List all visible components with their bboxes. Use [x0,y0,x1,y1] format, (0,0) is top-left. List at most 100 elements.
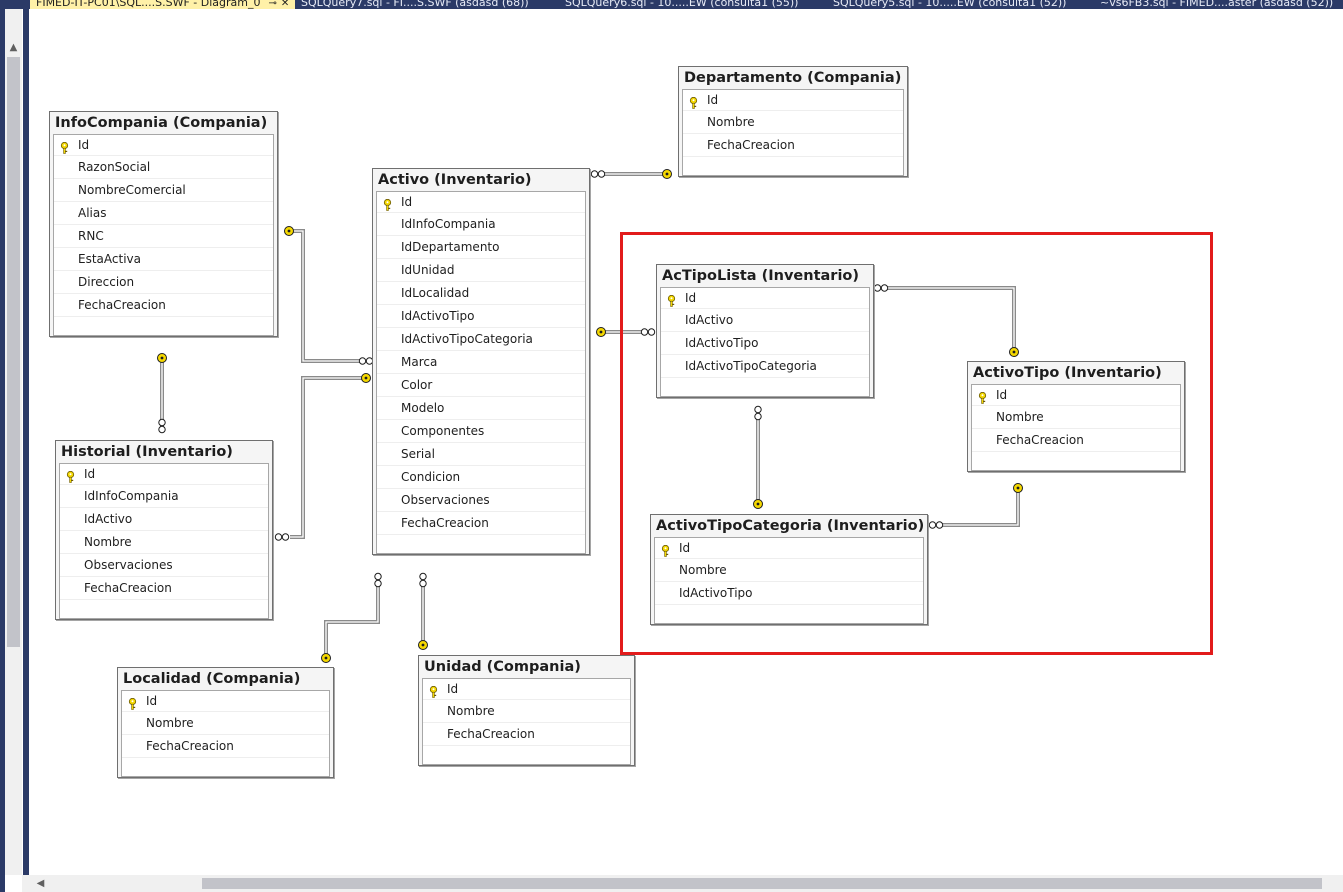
primary-key-column[interactable]: Id [60,464,268,485]
key-endpoint-icon [157,353,167,363]
table-actipolista[interactable]: AcTipoLista (Inventario) Id IdActivo IdActi… [656,264,874,398]
table-empty-row [122,758,329,776]
table-activotipocategoria[interactable]: ActivoTipoCategoria (Inventario) Id Nombre… [650,514,928,625]
primary-key-column[interactable]: Id [377,192,585,213]
table-departamento[interactable]: Departamento (Compania) Id Nombre FechaCrea… [678,66,908,177]
primary-key-column[interactable]: Id [972,385,1180,406]
column-row[interactable]: Direccion [54,271,273,294]
column-name: FechaCreacion [707,138,795,152]
column-name: FechaCreacion [996,433,1084,447]
key-endpoint-icon [321,653,331,663]
column-row[interactable]: IdInfoCompania [377,213,585,236]
column-row[interactable]: Observaciones [377,489,585,512]
primary-key-icon [978,390,987,404]
column-row[interactable]: IdActivoTipo [377,305,585,328]
primary-key-icon [667,293,676,307]
column-row[interactable]: Modelo [377,397,585,420]
key-endpoint-icon [361,373,371,383]
primary-key-column[interactable]: Id [54,135,273,156]
column-row[interactable]: FechaCreacion [122,735,329,758]
column-row[interactable]: Nombre [655,559,923,582]
primary-key-column[interactable]: Id [423,679,630,700]
column-row[interactable]: FechaCreacion [683,134,903,157]
column-row[interactable]: Nombre [423,700,630,723]
table-activo[interactable]: Activo (Inventario) Id IdInfoCompania IdDep… [372,168,590,555]
column-row[interactable]: IdInfoCompania [60,485,268,508]
column-row[interactable]: Alias [54,202,273,225]
table-title: ActivoTipoCategoria (Inventario) [656,518,925,534]
infinity-endpoint-icon [590,170,606,178]
table-infocompania[interactable]: InfoCompania (Compania) Id RazonSocial Nomb… [49,111,278,337]
primary-key-column[interactable]: Id [683,90,903,111]
primary-key-icon [66,469,75,483]
key-endpoint-icon [284,226,294,236]
column-list: Id RazonSocial NombreComercial Alias RNC Esta… [53,134,274,336]
column-row[interactable]: IdActivoTipoCategoria [377,328,585,351]
column-row[interactable]: IdActivoTipo [661,332,869,355]
column-row[interactable]: Nombre [60,531,268,554]
column-row[interactable]: IdActivo [60,508,268,531]
column-row[interactable]: FechaCreacion [377,512,585,535]
table-historial[interactable]: Historial (Inventario) Id IdInfoCompania Id… [55,440,273,620]
column-row[interactable]: IdUnidad [377,259,585,282]
column-row[interactable]: Nombre [122,712,329,735]
column-name: Nombre [996,410,1044,424]
column-name: IdActivo [84,512,133,526]
column-row[interactable]: RNC [54,225,273,248]
column-name: Id [707,93,719,107]
column-name: Color [401,378,433,392]
column-row[interactable]: Color [377,374,585,397]
horizontal-scrollbar[interactable]: ◀ [22,875,1343,892]
column-row[interactable]: Condicion [377,466,585,489]
column-list: Id Nombre IdActivoTipo [654,537,924,624]
column-name: Id [401,195,413,209]
table-title: Unidad (Compania) [424,659,581,675]
table-unidad[interactable]: Unidad (Compania) Id Nombre FechaCreacion [418,655,635,766]
table-empty-row [655,605,923,623]
scroll-left-icon[interactable]: ◀ [32,875,49,892]
table-activotipo[interactable]: ActivoTipo (Inventario) Id Nombre FechaCrea… [967,361,1185,472]
column-name: FechaCreacion [447,727,535,741]
table-localidad[interactable]: Localidad (Compania) Id Nombre FechaCreacio… [117,667,334,778]
column-row[interactable]: Nombre [683,111,903,134]
horizontal-scroll-thumb[interactable] [202,878,1322,889]
column-row[interactable]: Nombre [972,406,1180,429]
primary-key-icon [128,696,137,710]
column-name: RNC [78,229,104,243]
database-diagram-canvas[interactable]: InfoCompania (Compania) Id RazonSocial Nomb… [0,0,1343,875]
primary-key-column[interactable]: Id [655,538,923,559]
column-row[interactable]: FechaCreacion [423,723,630,746]
column-name: IdActivoTipo [685,336,759,350]
column-row[interactable]: IdActivo [661,309,869,332]
primary-key-icon [689,95,698,109]
column-row[interactable]: NombreComercial [54,179,273,202]
column-row[interactable]: Serial [377,443,585,466]
column-name: IdDepartamento [401,240,500,254]
primary-key-icon [429,684,438,698]
column-row[interactable]: Marca [377,351,585,374]
column-name: Id [685,291,697,305]
primary-key-column[interactable]: Id [661,288,869,309]
column-row[interactable]: Componentes [377,420,585,443]
column-row[interactable]: IdActivoTipo [655,582,923,605]
key-endpoint-icon [662,169,672,179]
column-row[interactable]: IdLocalidad [377,282,585,305]
primary-key-column[interactable]: Id [122,691,329,712]
primary-key-icon [60,140,69,154]
column-name: Nombre [679,563,727,577]
column-row[interactable]: IdActivoTipoCategoria [661,355,869,378]
column-name: Id [84,467,96,481]
column-name: Nombre [84,535,132,549]
column-row[interactable]: Observaciones [60,554,268,577]
column-row[interactable]: RazonSocial [54,156,273,179]
column-row[interactable]: EstaActiva [54,248,273,271]
column-row[interactable]: FechaCreacion [54,294,273,317]
column-row[interactable]: FechaCreacion [972,429,1180,452]
column-row[interactable]: FechaCreacion [60,577,268,600]
table-empty-row [377,535,585,553]
infinity-endpoint-icon [419,572,427,588]
column-name: Observaciones [401,493,490,507]
column-row[interactable]: IdDepartamento [377,236,585,259]
column-name: IdUnidad [401,263,455,277]
infinity-endpoint-icon [374,572,382,588]
